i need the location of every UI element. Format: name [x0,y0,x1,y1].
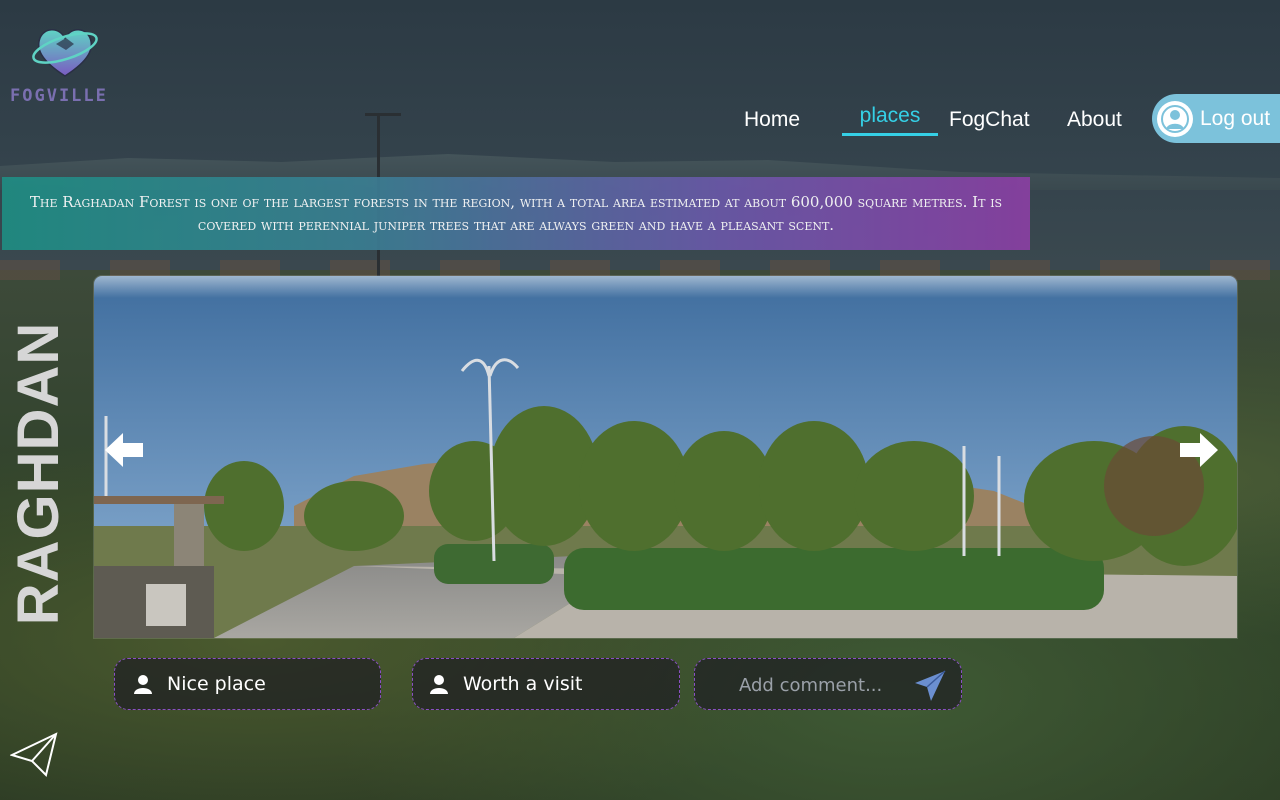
comment-text: Nice place [167,673,266,695]
place-title: RAGHDAN [6,321,72,624]
place-photo [94,276,1237,638]
comment-item: Worth a visit [412,658,680,710]
add-comment-box [694,658,962,710]
place-description-banner: The Raghadan Forest is one of the larges… [2,177,1030,250]
nav-home[interactable]: Home [744,108,800,132]
logout-button[interactable]: Log out [1152,94,1280,143]
arrow-right-icon[interactable] [1178,430,1220,470]
nav-about[interactable]: About [1067,108,1122,132]
photo-illustration [94,276,1237,638]
photo-top-glow [94,276,1237,298]
user-icon [430,675,448,694]
place-description: The Raghadan Forest is one of the larges… [29,192,1003,234]
logout-label: Log out [1200,106,1271,130]
user-avatar-icon [1157,100,1193,137]
comment-item: Nice place [114,658,381,710]
comment-input[interactable] [739,669,907,701]
arrow-left-icon[interactable] [103,430,145,470]
send-icon[interactable] [913,669,947,703]
top-navigation: Home places FogChat About Log out [0,0,1280,150]
nav-fogchat[interactable]: FogChat [949,108,1030,132]
place-title-text: RAGHDAN [6,321,72,625]
nav-places[interactable]: places [842,104,938,136]
comment-text: Worth a visit [463,673,583,695]
user-icon [134,675,152,694]
paper-plane-back-icon[interactable] [10,731,60,779]
